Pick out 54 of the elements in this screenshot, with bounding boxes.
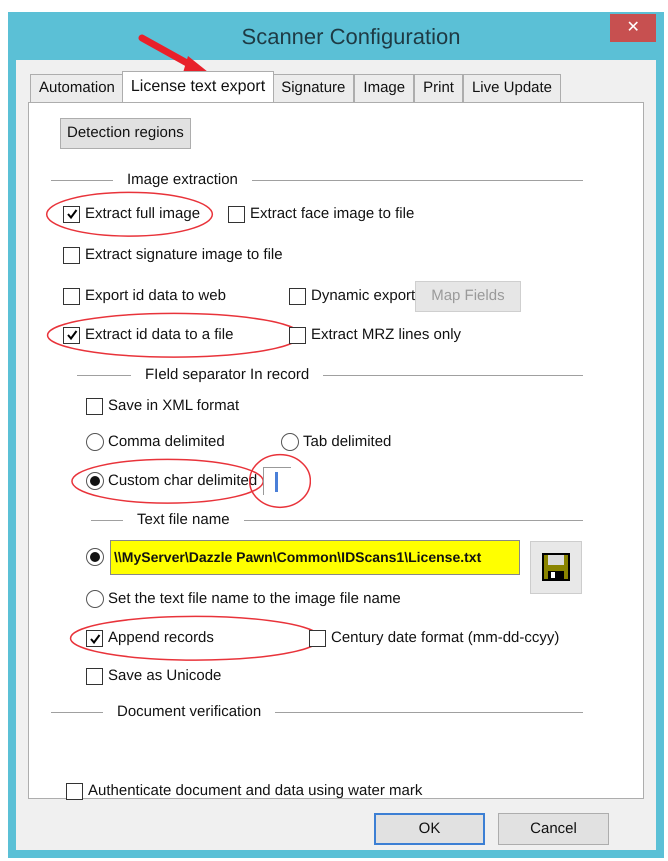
checkbox-label: Export id data to web: [85, 286, 226, 306]
checkbox[interactable]: [63, 206, 80, 222]
checkbox-label: Save in XML format: [108, 396, 240, 416]
tab[interactable]: Signature: [272, 74, 354, 102]
checkbox-label: Century date format (mm-dd-ccyy): [331, 628, 560, 648]
checkbox-label: Dynamic export: [311, 286, 416, 306]
checkbox-label: Save as Unicode: [108, 666, 222, 686]
checkbox-label: Extract full image: [85, 204, 200, 224]
floppy-disk-icon: [541, 552, 571, 582]
save-button[interactable]: [530, 540, 582, 594]
detection-regions-button[interactable]: Detection regions: [60, 118, 191, 149]
checkbox[interactable]: [309, 630, 326, 647]
checkbox[interactable]: [289, 288, 306, 304]
group-title: Text file name: [136, 510, 231, 530]
checkbox-label: Extract signature image to file: [85, 245, 283, 266]
checkbox[interactable]: [63, 326, 80, 344]
checkbox[interactable]: [63, 288, 80, 304]
dialog-button[interactable]: OK: [374, 813, 485, 845]
checkbox-label: Append records: [108, 628, 214, 648]
radio-button[interactable]: [86, 548, 104, 566]
checkbox[interactable]: [289, 326, 306, 344]
checkbox[interactable]: [228, 206, 246, 222]
group-title: FIeld separator In record: [144, 364, 310, 385]
tab[interactable]: Automation: [30, 74, 124, 102]
radio-button[interactable]: [86, 590, 104, 608]
close-button[interactable]: ✕: [610, 14, 656, 42]
dialog-button[interactable]: Cancel: [498, 813, 609, 845]
radio-label: Comma delimited: [108, 432, 225, 452]
checkbox[interactable]: [86, 668, 103, 685]
checkbox[interactable]: [86, 398, 103, 415]
tab[interactable]: Print: [414, 74, 463, 102]
checkbox[interactable]: [86, 630, 103, 647]
checkbox[interactable]: [63, 247, 80, 264]
checkbox-label: Authenticate document and data using water mark: [88, 780, 422, 801]
window-title: Scanner Configuration: [240, 22, 460, 51]
group-title: Image extraction: [126, 170, 239, 190]
check-icon: [88, 632, 100, 644]
group-title: Document verification: [116, 702, 262, 722]
checkbox-label: Extract face image to file: [250, 204, 414, 224]
checkbox[interactable]: [66, 782, 83, 800]
radio-button[interactable]: [86, 433, 104, 451]
tab[interactable]: Image: [354, 74, 414, 102]
radio-button[interactable]: [281, 433, 299, 451]
radio-button[interactable]: [86, 472, 104, 490]
check-icon: [66, 208, 78, 220]
check-icon: [66, 329, 78, 341]
checkbox-label: Extract id data to a file: [85, 324, 234, 345]
file-path-field[interactable]: \\MyServer\Dazzle Pawn\Common\IDScans1\License.txt: [110, 540, 520, 574]
checkbox-label: Extract MRZ lines only: [311, 324, 462, 345]
radio-label: Set the text file name to the image file name: [108, 588, 401, 609]
tab[interactable]: Live Update: [462, 74, 562, 102]
radio-label: Tab delimited: [303, 432, 392, 452]
text-cursor-icon: [275, 472, 278, 492]
tab[interactable]: License text export: [122, 71, 274, 102]
